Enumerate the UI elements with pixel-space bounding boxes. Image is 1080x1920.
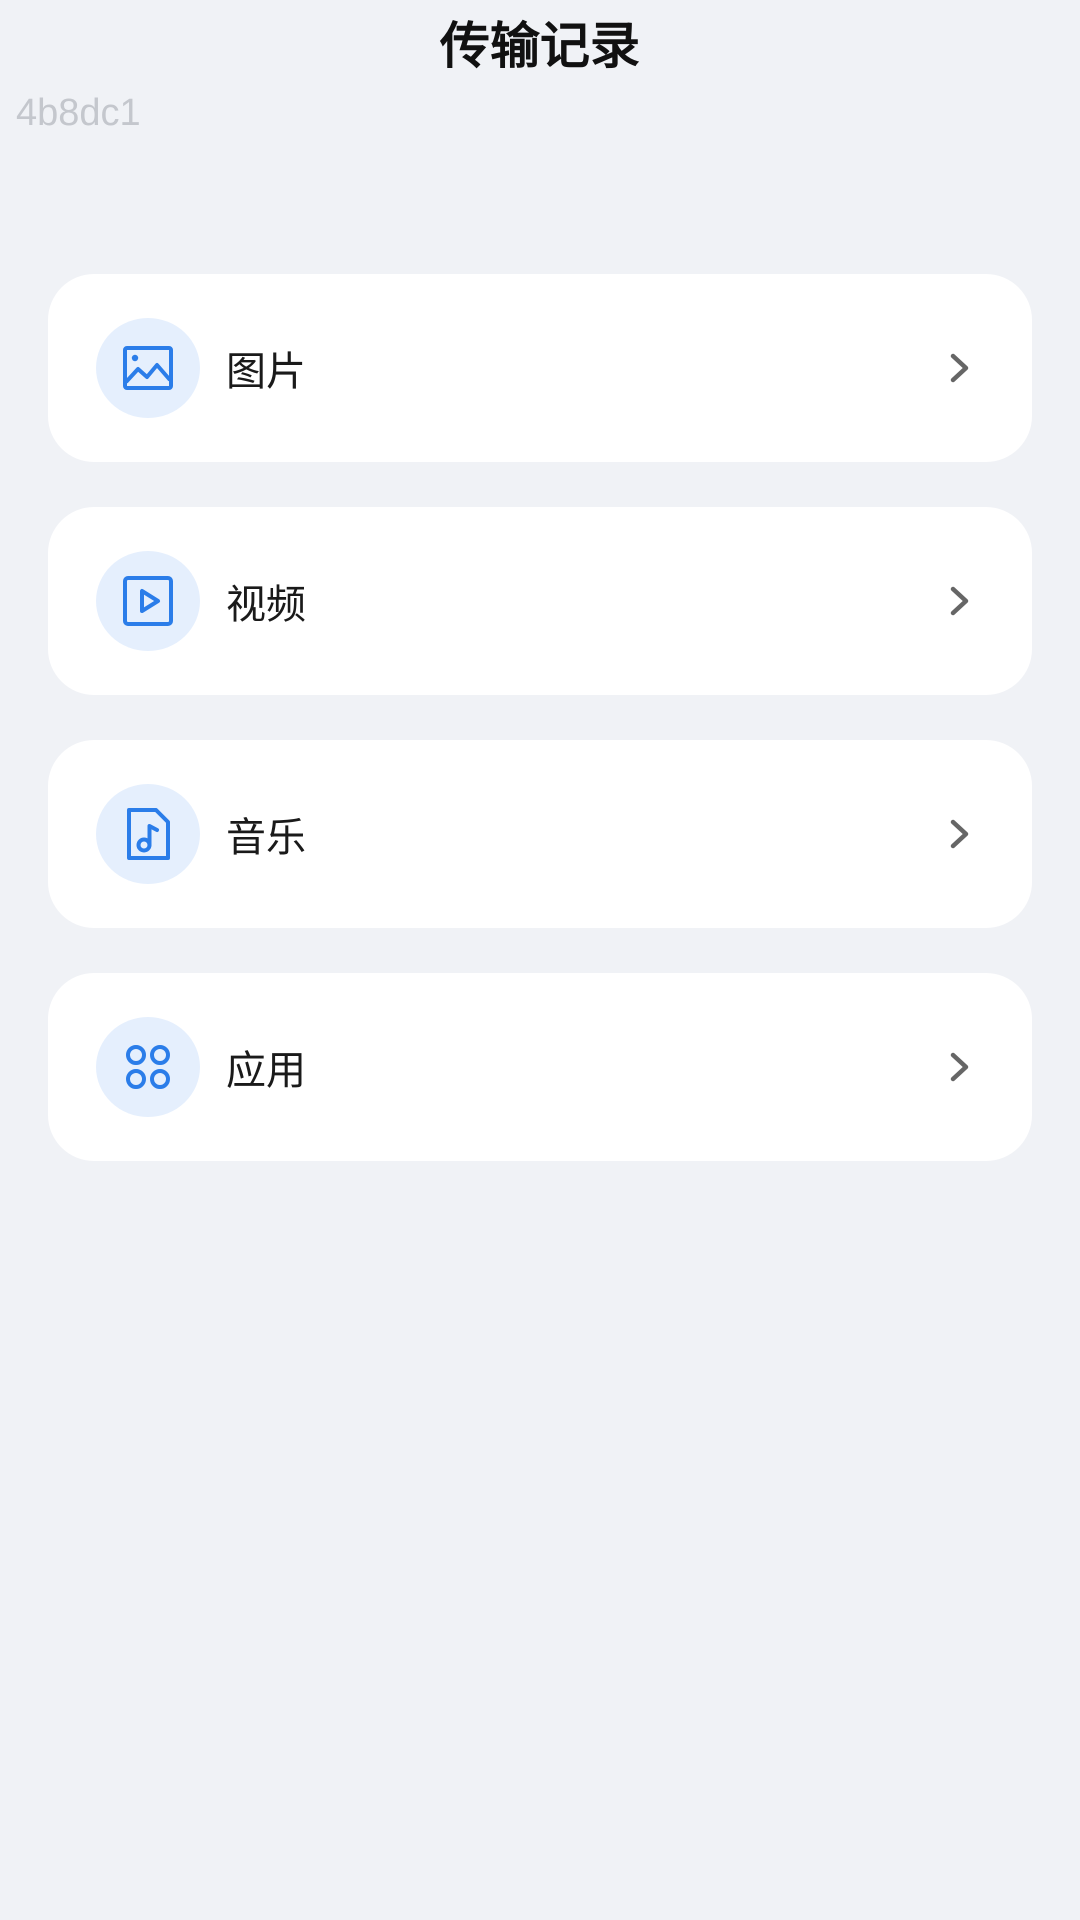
category-item-videos[interactable]: 视频 bbox=[48, 507, 1032, 695]
image-icon bbox=[96, 318, 200, 418]
category-label: 视频 bbox=[226, 582, 306, 628]
device-id-label: 4b8dc1 bbox=[16, 92, 141, 134]
category-item-images[interactable]: 图片 bbox=[48, 274, 1032, 462]
music-file-icon bbox=[96, 784, 200, 884]
chevron-right-icon bbox=[950, 819, 969, 849]
category-list: 图片 视频 音乐 应用 bbox=[48, 274, 1032, 1206]
category-item-apps[interactable]: 应用 bbox=[48, 973, 1032, 1161]
apps-grid-icon bbox=[96, 1017, 200, 1117]
video-play-icon bbox=[96, 551, 200, 651]
chevron-right-icon bbox=[950, 1052, 969, 1082]
category-label: 音乐 bbox=[226, 815, 306, 861]
category-item-music[interactable]: 音乐 bbox=[48, 740, 1032, 928]
page-title: 传输记录 bbox=[440, 17, 640, 75]
chevron-right-icon bbox=[950, 586, 969, 616]
category-label: 图片 bbox=[226, 349, 306, 395]
chevron-right-icon bbox=[950, 353, 969, 383]
category-label: 应用 bbox=[226, 1048, 306, 1094]
